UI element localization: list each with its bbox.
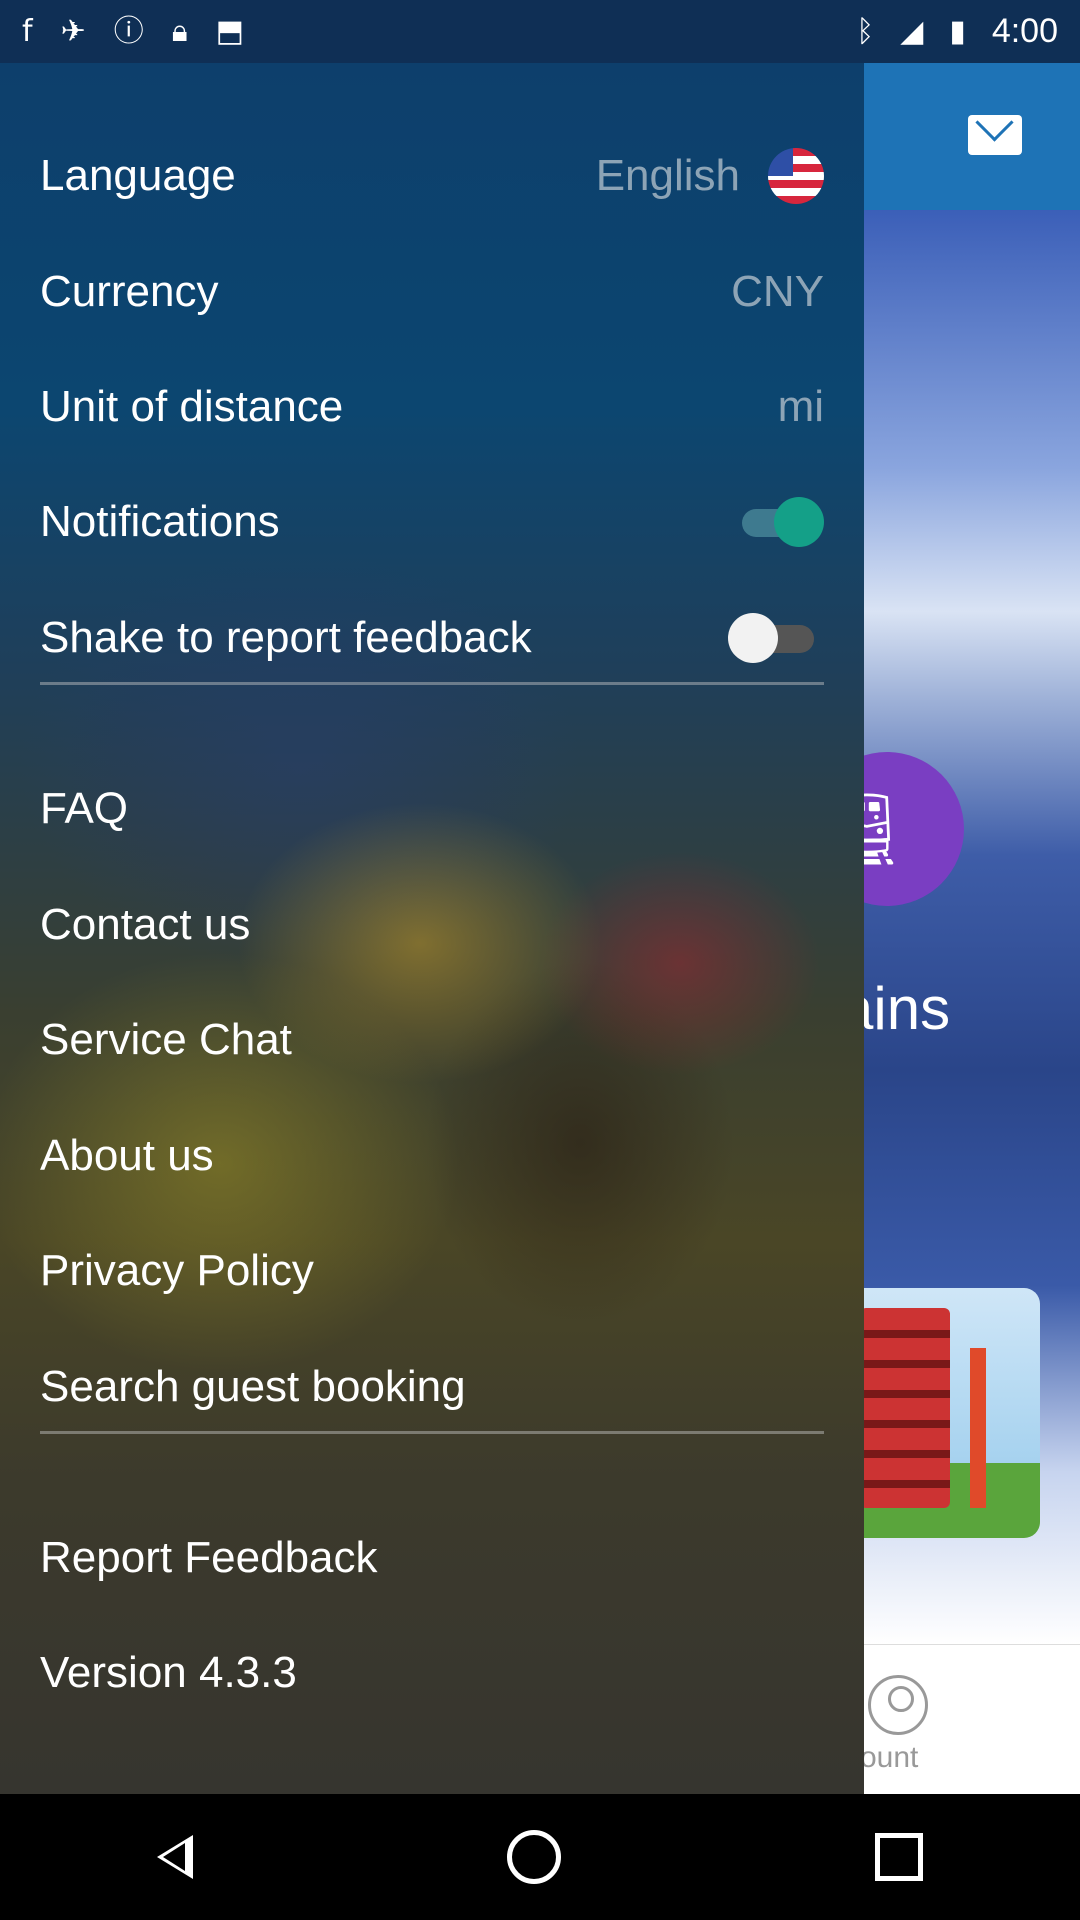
notifications-label: Notifications — [40, 497, 280, 546]
version-text: Version 4.3.3 — [40, 1648, 297, 1697]
shake-feedback-toggle[interactable] — [728, 613, 824, 663]
menu-item-about-us[interactable]: About us — [40, 1116, 824, 1196]
menu-item-label: FAQ — [40, 784, 129, 833]
pagoda-illustration — [860, 1308, 950, 1508]
currency-row[interactable]: Currency CNY — [40, 252, 824, 332]
menu-item-label: Service Chat — [40, 1015, 292, 1064]
android-icon: ⬒ — [215, 13, 245, 49]
shake-feedback-label: Shake to report feedback — [40, 613, 532, 662]
distance-unit-row[interactable]: Unit of distance mi — [40, 367, 824, 447]
battery-icon: ▮ — [949, 13, 966, 49]
alert-icon: ⓘ — [113, 13, 144, 49]
recent-apps-icon[interactable] — [875, 1833, 923, 1881]
bluetooth-icon: ᛒ — [856, 13, 875, 49]
menu-item-label: Report Feedback — [40, 1533, 378, 1582]
menu-item-label: Contact us — [40, 900, 251, 949]
navigation-drawer: Language English Currency CNY Unit of di… — [0, 63, 864, 1794]
toggle-knob — [728, 613, 778, 663]
currency-label: Currency — [40, 267, 219, 316]
notifications-toggle[interactable] — [728, 497, 824, 547]
menu-item-label: Privacy Policy — [40, 1246, 314, 1295]
divider — [40, 682, 824, 685]
menu-item-report-feedback[interactable]: Report Feedback — [40, 1518, 824, 1598]
system-nav-bar — [0, 1794, 1080, 1920]
mail-icon[interactable] — [968, 115, 1022, 155]
shake-feedback-row: Shake to report feedback — [40, 598, 824, 678]
tower-illustration — [970, 1348, 986, 1508]
status-right-icons: ᛒ ◢ ▮ 4:00 — [856, 12, 1058, 51]
language-value: English — [595, 151, 740, 200]
menu-item-service-chat[interactable]: Service Chat — [40, 1000, 824, 1080]
menu-item-privacy-policy[interactable]: Privacy Policy — [40, 1231, 824, 1311]
notifications-row: Notifications — [40, 482, 824, 562]
menu-item-label: Search guest booking — [40, 1362, 466, 1411]
distance-unit-value: mi — [777, 382, 824, 431]
signal-icon: ◢ — [900, 13, 924, 49]
menu-item-faq[interactable]: FAQ — [40, 769, 824, 849]
back-icon[interactable] — [157, 1835, 193, 1879]
status-bar: f ✈ ⓘ 🔒︎ ⬒ ᛒ ◢ ▮ 4:00 — [0, 0, 1080, 63]
distance-unit-label: Unit of distance — [40, 382, 344, 431]
divider — [40, 1431, 824, 1434]
menu-item-label: About us — [40, 1131, 214, 1180]
menu-item-contact-us[interactable]: Contact us — [40, 885, 824, 965]
lock-icon: 🔒︎ — [171, 13, 188, 49]
home-icon[interactable] — [507, 1830, 561, 1884]
version-label: Version 4.3.3 — [40, 1633, 824, 1713]
menu-item-search-guest-booking[interactable]: Search guest booking — [40, 1347, 824, 1427]
account-icon[interactable] — [868, 1675, 928, 1735]
us-flag-icon — [768, 148, 824, 204]
language-row[interactable]: Language English — [40, 136, 824, 216]
status-left-icons: f ✈ ⓘ 🔒︎ ⬒ — [22, 13, 245, 49]
language-label: Language — [40, 151, 236, 200]
toggle-knob — [774, 497, 824, 547]
satellite-icon: ✈ — [60, 13, 86, 49]
currency-value: CNY — [731, 267, 824, 316]
facebook-icon: f — [22, 13, 33, 49]
status-time: 4:00 — [991, 12, 1058, 50]
